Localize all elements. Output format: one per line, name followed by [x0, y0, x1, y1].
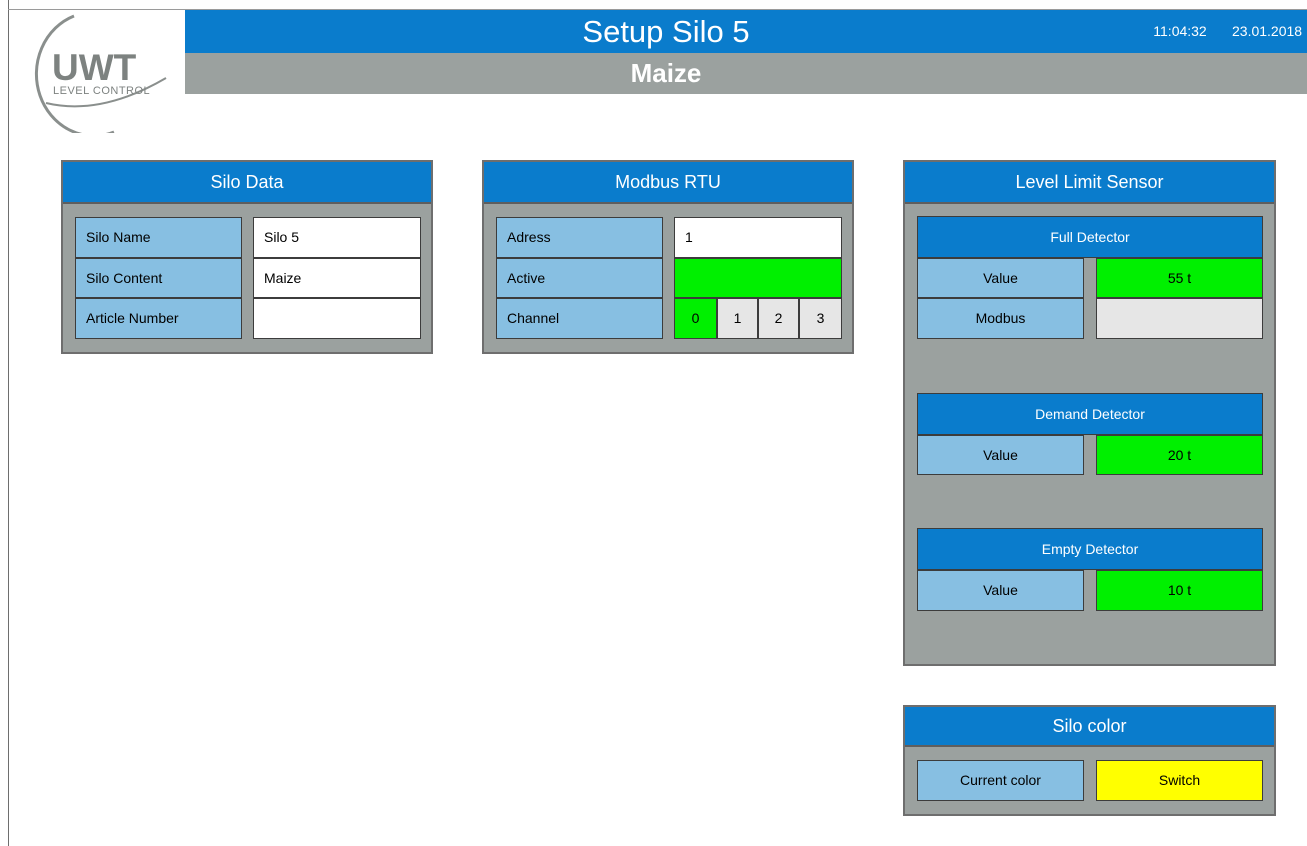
clock-time: 11:04:32: [1153, 23, 1207, 39]
modbus-title: Modbus RTU: [484, 162, 852, 204]
demand-value-field[interactable]: 20 t: [1096, 435, 1263, 475]
silo-name-label: Silo Name: [75, 217, 242, 258]
switch-color-button[interactable]: Switch: [1096, 760, 1263, 801]
empty-value-label: Value: [917, 570, 1084, 611]
full-modbus-indicator[interactable]: [1096, 298, 1263, 339]
active-toggle[interactable]: [674, 258, 842, 298]
uwt-logo: UWT LEVEL CONTROL: [34, 14, 167, 133]
address-label: Adress: [496, 217, 663, 258]
full-value-field[interactable]: 55 t: [1096, 258, 1263, 298]
channel-2-button[interactable]: 2: [758, 298, 799, 339]
active-label: Active: [496, 258, 663, 298]
silo-color-title: Silo color: [905, 707, 1274, 747]
channel-1-button[interactable]: 1: [717, 298, 758, 339]
level-limit-title: Level Limit Sensor: [905, 162, 1274, 204]
silo-data-title: Silo Data: [63, 162, 431, 204]
silo-name-field[interactable]: Silo 5: [253, 217, 421, 258]
address-field[interactable]: 1: [674, 217, 842, 258]
channel-3-button[interactable]: 3: [799, 298, 842, 339]
silo-content-label: Silo Content: [75, 258, 242, 298]
svg-text:LEVEL CONTROL: LEVEL CONTROL: [53, 85, 150, 97]
full-modbus-label: Modbus: [917, 298, 1084, 339]
empty-detector-header: Empty Detector: [917, 528, 1263, 570]
channel-0-button[interactable]: 0: [674, 298, 717, 339]
empty-value-field[interactable]: 10 t: [1096, 570, 1263, 611]
demand-detector-header: Demand Detector: [917, 393, 1263, 435]
full-value-label: Value: [917, 258, 1084, 298]
channel-label: Channel: [496, 298, 663, 339]
current-color-label: Current color: [917, 760, 1084, 801]
article-number-label: Article Number: [75, 298, 242, 339]
demand-value-label: Value: [917, 435, 1084, 475]
left-border: [8, 0, 9, 846]
full-detector-header: Full Detector: [917, 216, 1263, 258]
svg-text:UWT: UWT: [52, 47, 137, 88]
silo-content-field[interactable]: Maize: [253, 258, 421, 298]
clock-date: 23.01.2018: [1232, 23, 1303, 39]
page-subtitle: Maize: [630, 58, 702, 88]
page-title: Setup Silo 5: [582, 14, 750, 49]
article-number-field[interactable]: [253, 298, 421, 339]
